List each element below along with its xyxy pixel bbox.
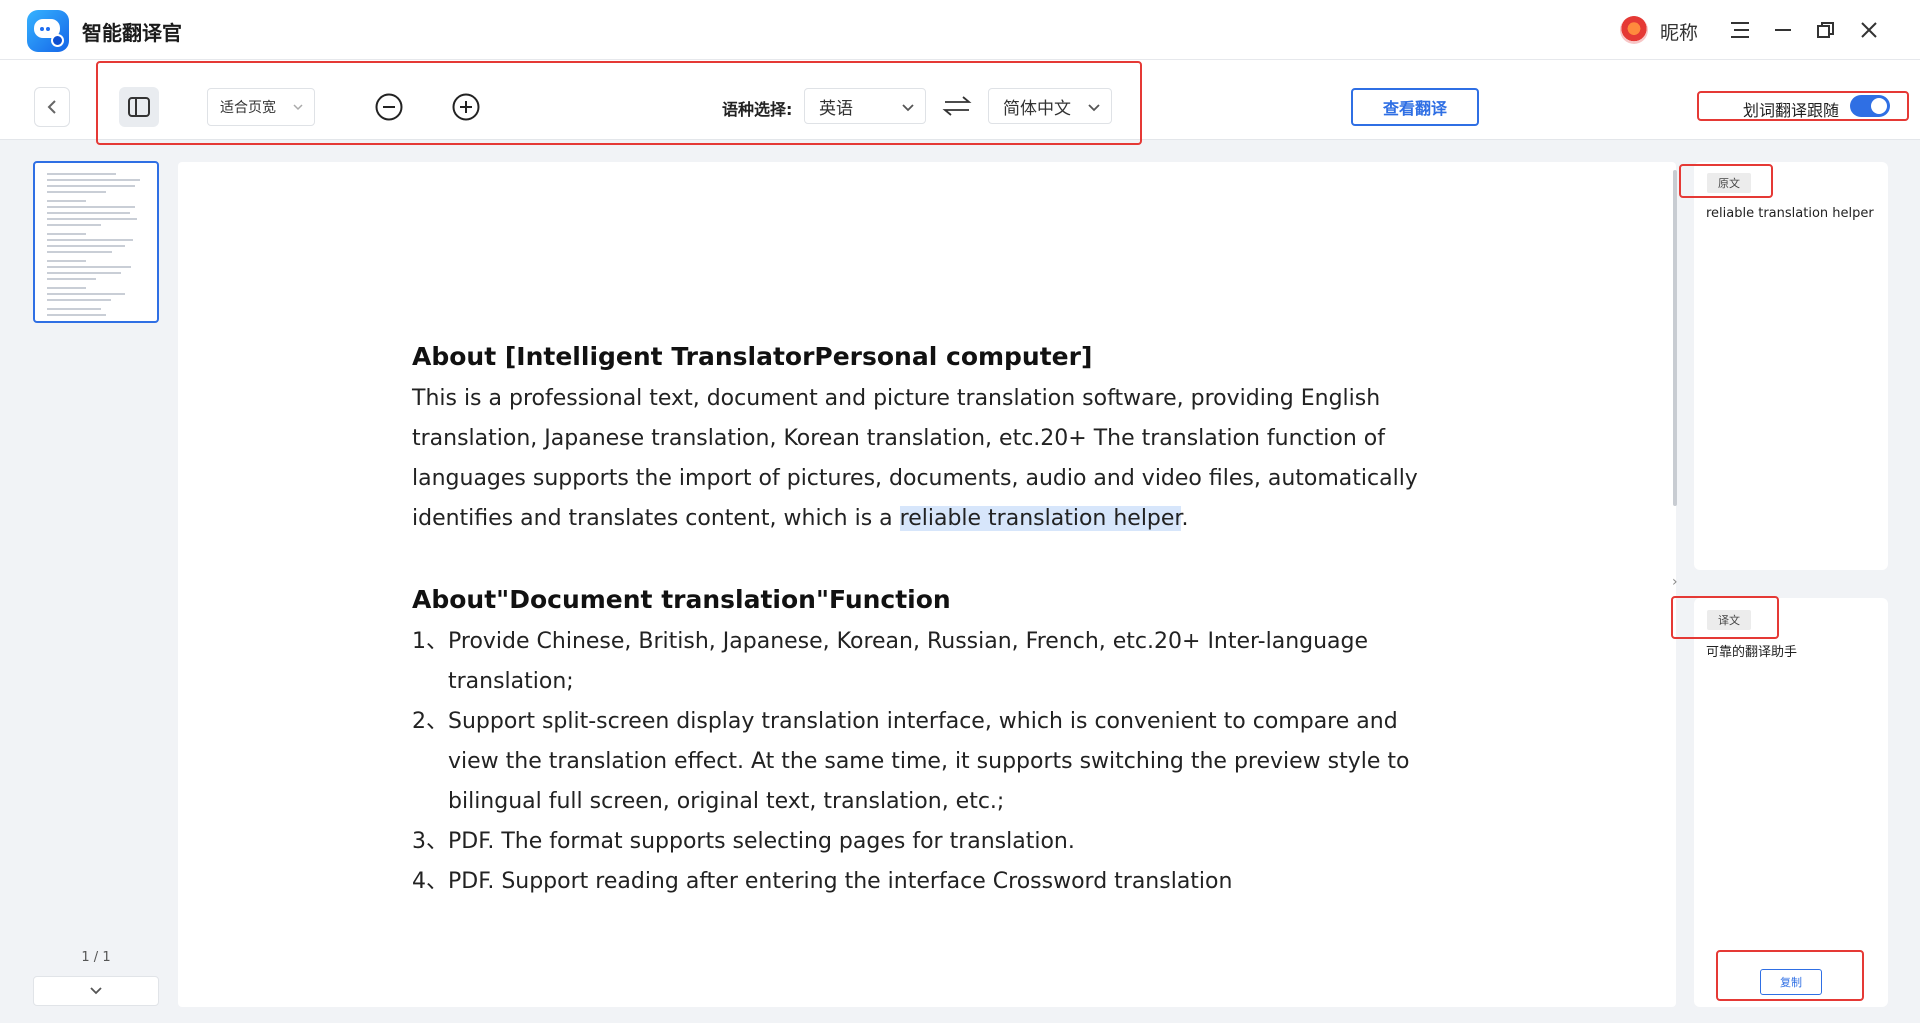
plus-circle-icon	[452, 93, 480, 121]
follow-toggle-switch[interactable]	[1850, 95, 1890, 117]
list-item: 4、 PDF. Support reading after entering th…	[412, 869, 1233, 894]
source-language-select[interactable]: 英语	[804, 88, 926, 124]
minus-circle-icon	[375, 93, 403, 121]
list-item: 2、 Support split-screen display translati…	[412, 709, 1410, 814]
swap-languages-icon[interactable]	[942, 93, 972, 119]
original-text: reliable translation helper	[1706, 206, 1874, 221]
translation-panel: 译文 可靠的翻译助手	[1694, 598, 1888, 1007]
language-label: 语种选择:	[722, 100, 793, 119]
original-text-panel: 原文 reliable translation helper	[1694, 162, 1888, 570]
document-content: About [Intelligent TranslatorPersonal co…	[412, 342, 1422, 902]
page-thumbnail[interactable]	[33, 161, 159, 323]
list-item: 3、 PDF. The format supports selecting pag…	[412, 829, 1075, 854]
page-indicator: 1 / 1	[81, 950, 111, 965]
avatar[interactable]	[1620, 16, 1648, 44]
sidebar-toggle-button[interactable]	[119, 87, 159, 127]
chevron-down-icon	[1088, 104, 1100, 112]
chevron-left-icon	[47, 100, 56, 114]
chevron-down-icon	[90, 987, 102, 995]
back-button[interactable]	[34, 87, 70, 127]
next-page-button[interactable]	[33, 976, 159, 1006]
target-language-value: 简体中文	[1003, 98, 1071, 119]
source-language-value: 英语	[819, 98, 853, 119]
section-title: About [Intelligent TranslatorPersonal co…	[412, 342, 1093, 371]
restore-icon[interactable]	[1810, 14, 1842, 46]
copy-button[interactable]: 复制	[1760, 969, 1822, 995]
chevron-down-icon	[902, 104, 914, 112]
close-icon[interactable]	[1853, 14, 1885, 46]
fit-mode-select[interactable]: 适合页宽	[207, 88, 315, 126]
view-translation-button[interactable]: 查看翻译	[1351, 88, 1479, 126]
original-tag: 原文	[1707, 173, 1751, 193]
section-title: About"Document translation"Function	[412, 585, 951, 614]
title-bar: 智能翻译官 昵称	[0, 0, 1920, 60]
app-logo-icon	[27, 10, 69, 52]
target-language-select[interactable]: 简体中文	[988, 88, 1112, 124]
toolbar: 适合页宽 语种选择: 英语 简体中文 查看翻译 划词翻译跟随	[0, 60, 1920, 145]
zoom-out-button[interactable]	[372, 90, 406, 124]
app-title: 智能翻译官	[82, 21, 182, 45]
menu-icon[interactable]	[1724, 14, 1756, 46]
translation-text: 可靠的翻译助手	[1706, 645, 1798, 660]
zoom-in-button[interactable]	[449, 90, 483, 124]
chevron-down-icon	[293, 104, 303, 111]
translation-tag: 译文	[1707, 610, 1751, 630]
section-paragraph[interactable]: This is a professional text, document an…	[412, 379, 1422, 539]
list-item: 1、 Provide Chinese, British, Japanese, Ko…	[412, 629, 1369, 694]
chevron-right-icon[interactable]: ›	[1672, 574, 1678, 590]
user-nickname[interactable]: 昵称	[1660, 18, 1698, 45]
minimize-icon[interactable]	[1767, 14, 1799, 46]
sidebar-icon	[128, 97, 150, 117]
fit-mode-value: 适合页宽	[220, 100, 276, 116]
feature-list: 1、 Provide Chinese, British, Japanese, Ko…	[412, 622, 1422, 902]
document-scrollbar[interactable]	[1673, 170, 1677, 506]
selected-text[interactable]: reliable translation helper	[899, 506, 1182, 531]
document-view[interactable]: About [Intelligent TranslatorPersonal co…	[178, 162, 1676, 1007]
follow-toggle-label: 划词翻译跟随	[1743, 101, 1840, 120]
